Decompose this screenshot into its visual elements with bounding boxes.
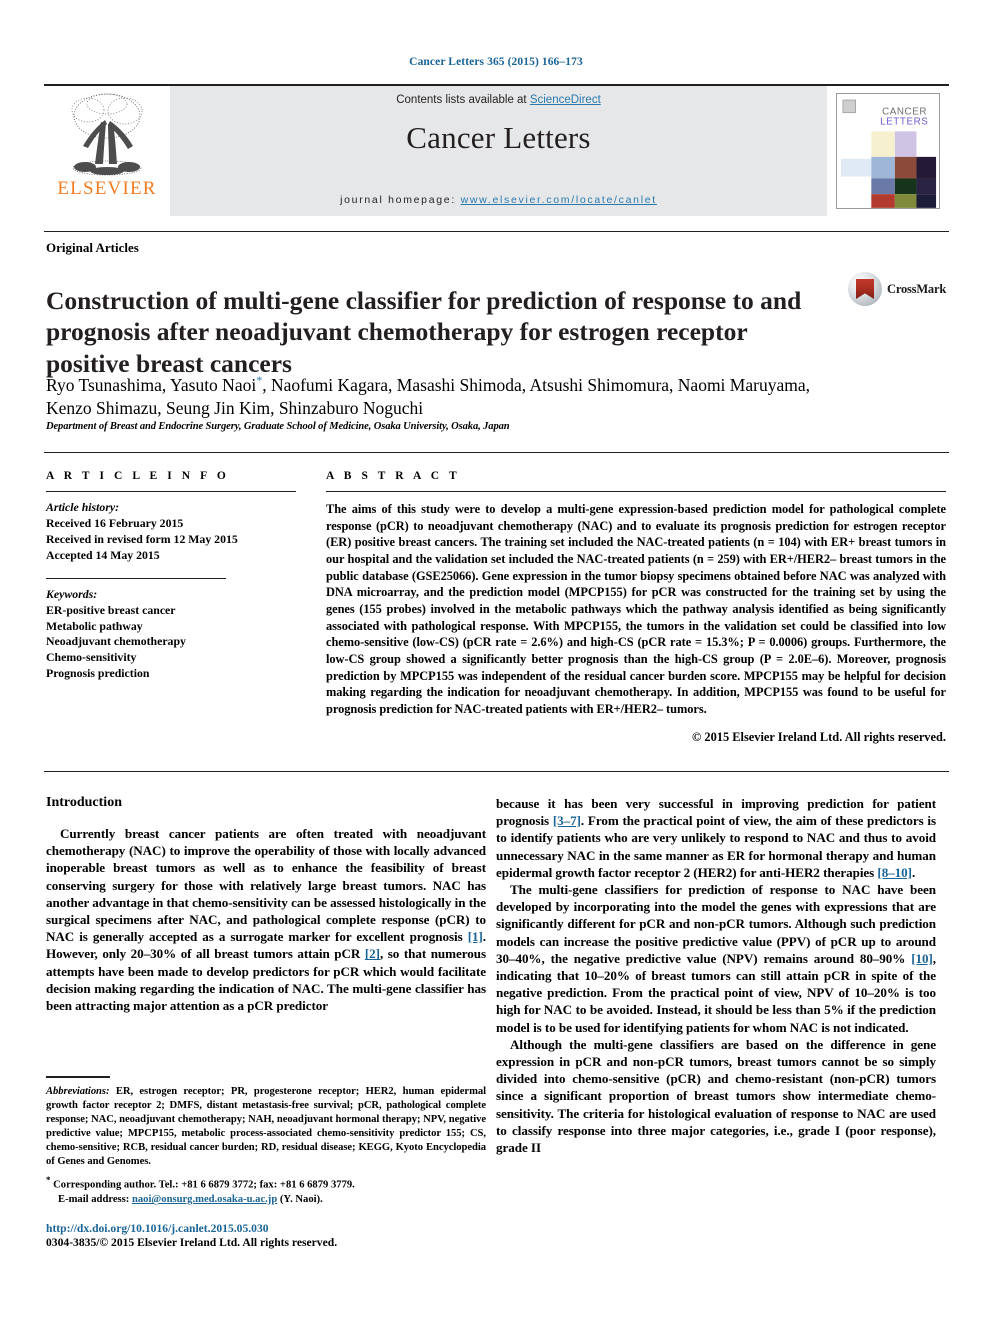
- intro-paragraph-left: Currently breast cancer patients are oft…: [46, 825, 486, 1014]
- journal-article-page: Cancer Letters 365 (2015) 166–173 ELSEVI…: [0, 0, 992, 1323]
- article-type-label: Original Articles: [46, 240, 139, 255]
- elsevier-tree-icon: [71, 93, 143, 176]
- history-item: Received 16 February 2015: [46, 515, 184, 530]
- left-column: Introduction Currently breast cancer pat…: [46, 795, 486, 1014]
- authors-part-1: Ryo Tsunashima, Yasuto Naoi: [46, 374, 257, 395]
- article-info-rule: [46, 491, 296, 492]
- sciencedirect-link[interactable]: ScienceDirect: [530, 94, 601, 106]
- doi-link[interactable]: http://dx.doi.org/10.1016/j.canlet.2015.…: [46, 1222, 486, 1235]
- journal-title: Cancer Letters: [406, 120, 591, 155]
- citation-ref-1[interactable]: [1]: [468, 929, 483, 944]
- author-affiliation: Department of Breast and Endocrine Surge…: [46, 421, 510, 432]
- article-history-group: Article history: Received 16 February 20…: [46, 500, 296, 564]
- abbreviations-label: Abbreviations:: [46, 1086, 110, 1097]
- keyword-item: Neoadjuvant chemotherapy: [46, 634, 186, 649]
- issn-copyright-line: 0304-3835/© 2015 Elsevier Ireland Ltd. A…: [46, 1236, 338, 1249]
- email-link[interactable]: naoi@onsurg.med.osaka-u.ac.jp: [132, 1194, 277, 1205]
- citation-ref-3-7[interactable]: [3–7]: [553, 813, 581, 828]
- right-column: because it has been very successful in i…: [496, 795, 936, 1156]
- abstract-copyright: © 2015 Elsevier Ireland Ltd. All rights …: [692, 730, 946, 745]
- crossmark-badge-group[interactable]: CrossMark: [848, 272, 946, 306]
- author-list: Ryo Tsunashima, Yasuto Naoi*, Naofumi Ka…: [46, 373, 846, 420]
- elsevier-wordmark: ELSEVIER: [57, 178, 157, 199]
- contents-lists-line: Contents lists available at ScienceDirec…: [396, 94, 601, 106]
- abstract-text: The aims of this study were to develop a…: [326, 502, 946, 717]
- intro-paragraph-right-1: because it has been very successful in i…: [496, 795, 936, 881]
- abbreviations-text: ER, estrogen receptor; PR, progesterone …: [46, 1086, 486, 1168]
- masthead-bottom-rule: [44, 231, 949, 232]
- intro-paragraph-right-3: Although the multi-gene classifiers are …: [496, 1036, 936, 1156]
- abstract-heading: A B S T R A C T: [326, 470, 461, 482]
- page-title: Construction of multi-gene classifier fo…: [46, 286, 802, 378]
- journal-banner: Contents lists available at ScienceDirec…: [170, 86, 827, 216]
- intro-paragraph-right-2: The multi-gene classifiers for predictio…: [496, 881, 936, 1036]
- crossmark-icon: [848, 272, 882, 306]
- journal-masthead: ELSEVIER Contents lists available at Sci…: [44, 84, 949, 216]
- keyword-item: ER-positive breast cancer: [46, 602, 176, 617]
- keyword-item: Metabolic pathway: [46, 618, 143, 633]
- cover-artwork: CANCER LETTERS: [837, 94, 939, 208]
- email-label: E-mail address:: [58, 1194, 130, 1206]
- keyword-item: Chemo-sensitivity: [46, 650, 137, 665]
- footnotes-block: Abbreviations: ER, estrogen receptor; PR…: [46, 1076, 486, 1208]
- keyword-item: Prognosis prediction: [46, 666, 150, 681]
- history-item: Received in revised form 12 May 2015: [46, 531, 238, 546]
- article-info-heading: A R T I C L E I N F O: [46, 470, 230, 482]
- journal-cover-block: CANCER LETTERS: [827, 86, 949, 216]
- keywords-group: Keywords: ER-positive breast cancer Meta…: [46, 587, 296, 683]
- intro-right-2-a: The multi-gene classifiers for predictio…: [496, 882, 936, 966]
- corresponding-author-note: * Corresponding author. Tel.: +81 6 6879…: [46, 1174, 486, 1207]
- crossmark-label: CrossMark: [887, 281, 947, 296]
- corresponding-author-text: Corresponding author. Tel.: +81 6 6879 3…: [50, 1180, 355, 1191]
- section-heading-introduction: Introduction: [46, 795, 122, 810]
- footer-doi-block: http://dx.doi.org/10.1016/j.canlet.2015.…: [46, 1222, 486, 1249]
- keywords-rule: [46, 577, 226, 579]
- article-info-column: A R T I C L E I N F O Article history: R…: [46, 470, 296, 682]
- journal-homepage-line: journal homepage: www.elsevier.com/locat…: [170, 194, 827, 206]
- citation-ref-8-10[interactable]: [8–10]: [877, 865, 912, 880]
- abstract-rule: [326, 491, 946, 492]
- email-suffix: (Y. Naoi).: [277, 1194, 323, 1206]
- journal-homepage-link[interactable]: www.elsevier.com/locate/canlet: [461, 194, 657, 206]
- journal-cover-thumbnail: CANCER LETTERS: [836, 93, 940, 209]
- svg-text:LETTERS: LETTERS: [880, 117, 928, 128]
- abstract-column: A B S T R A C T The aims of this study w…: [326, 470, 946, 745]
- abbreviations-note: Abbreviations: ER, estrogen receptor; PR…: [46, 1085, 486, 1169]
- article-history-label: Article history:: [46, 500, 120, 514]
- elsevier-logo-block: ELSEVIER: [44, 86, 170, 216]
- running-head: Cancer Letters 365 (2015) 166–173: [409, 56, 583, 68]
- citation-ref-10[interactable]: [10]: [911, 951, 933, 966]
- homepage-prefix: journal homepage:: [340, 194, 461, 206]
- intro-left-text-a: Currently breast cancer patients are oft…: [46, 826, 486, 945]
- history-item: Accepted 14 May 2015: [46, 547, 160, 562]
- keywords-label: Keywords:: [46, 586, 98, 601]
- contents-prefix: Contents lists available at: [396, 94, 530, 106]
- intro-right-1-c: .: [911, 864, 916, 880]
- email-line: E-mail address: naoi@onsurg.med.osaka-u.…: [46, 1193, 486, 1207]
- footnote-rule: [46, 1076, 110, 1078]
- citation-ref-2[interactable]: [2]: [365, 946, 380, 961]
